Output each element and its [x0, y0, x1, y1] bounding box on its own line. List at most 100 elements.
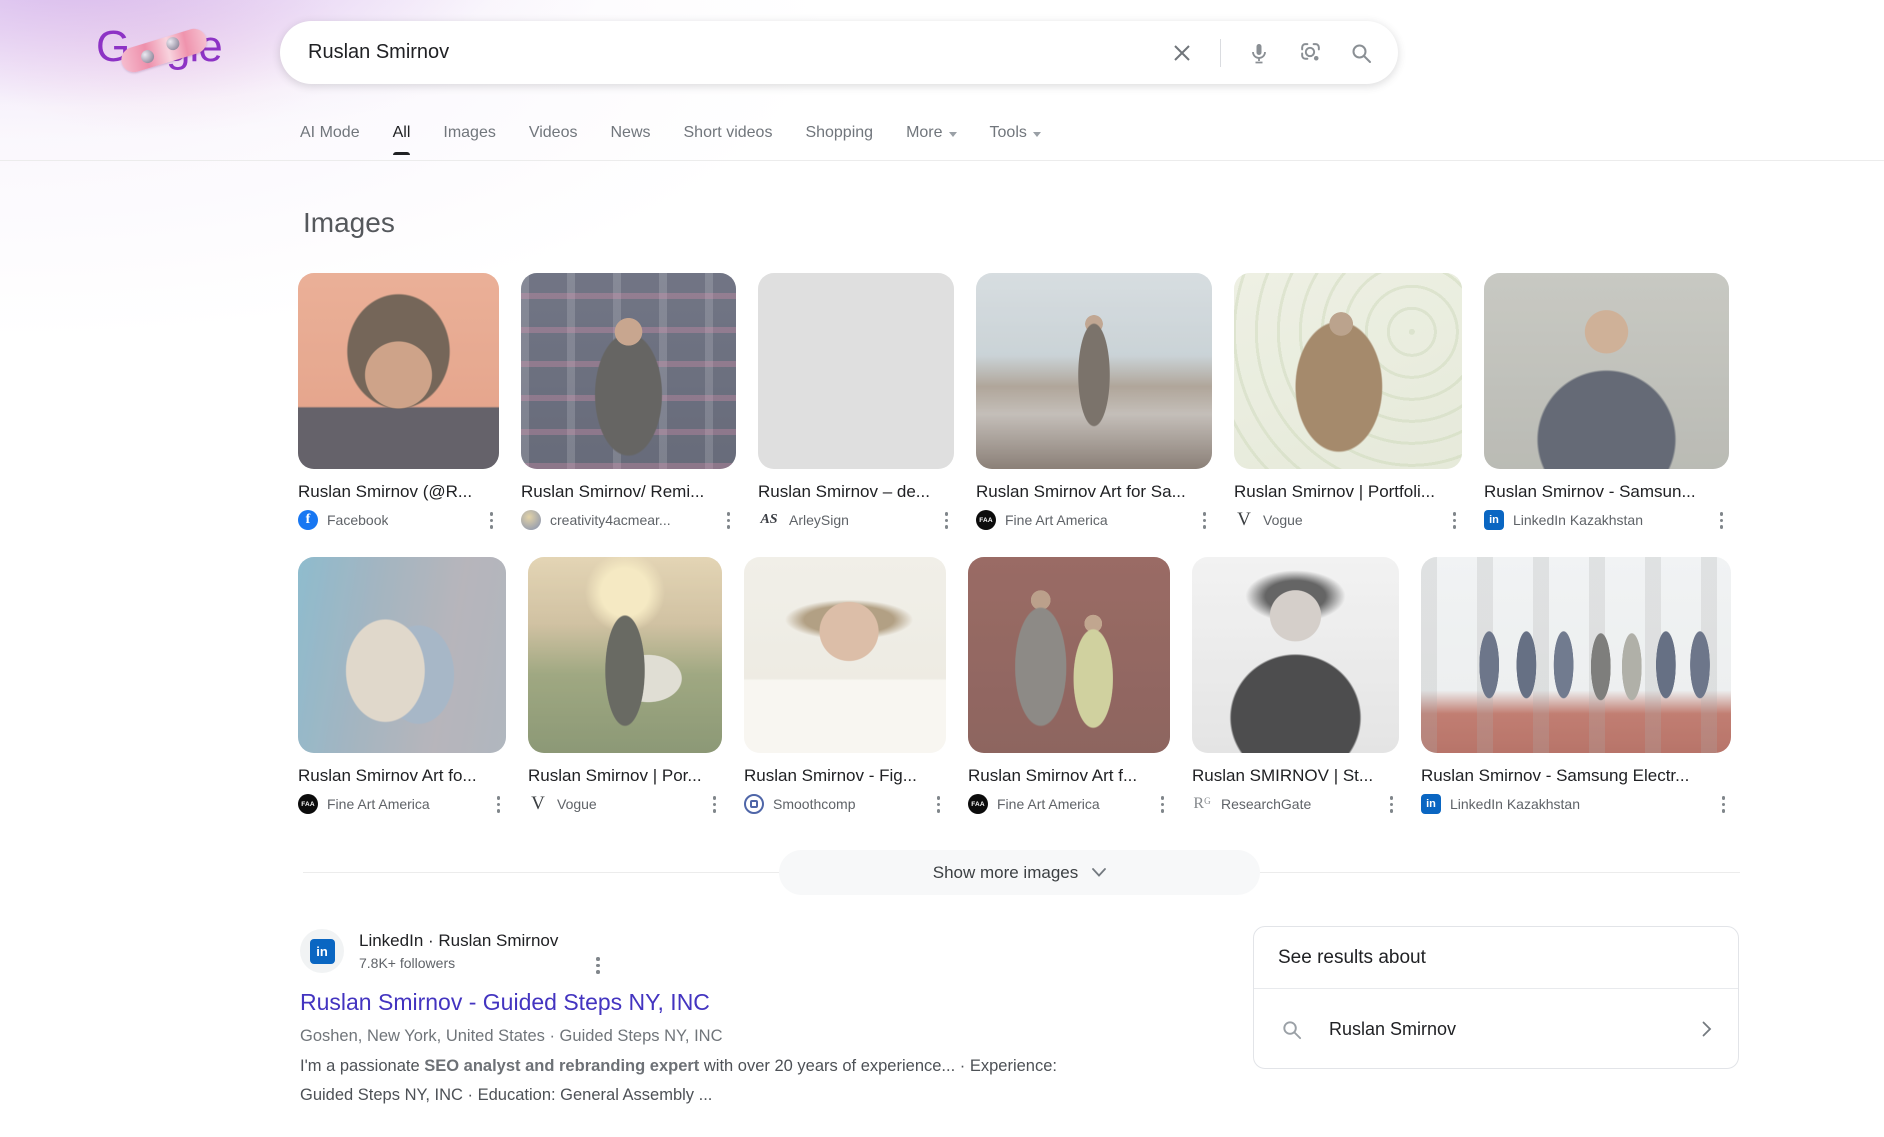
tab-tools-label: Tools: [990, 124, 1027, 142]
result-title-link[interactable]: Ruslan Smirnov - Guided Steps NY, INC: [300, 989, 1140, 1016]
smoothcomp-icon: [744, 794, 764, 814]
result-source[interactable]: Fine Art America: [1005, 512, 1108, 528]
result-header[interactable]: in LinkedIn · Ruslan Smirnov 7.8K+ follo…: [300, 929, 1140, 973]
result-source[interactable]: Fine Art America: [327, 796, 430, 812]
kebab-menu-icon[interactable]: [931, 794, 947, 815]
kebab-menu-icon[interactable]: [491, 794, 507, 815]
tab-shopping[interactable]: Shopping: [805, 124, 873, 157]
result-source[interactable]: creativity4acmear...: [550, 512, 671, 528]
result-source[interactable]: Vogue: [1263, 512, 1303, 528]
tab-all[interactable]: All: [393, 124, 411, 157]
kebab-menu-icon[interactable]: [484, 510, 500, 531]
search-icon[interactable]: [1348, 40, 1374, 66]
result-photo[interactable]: [528, 557, 722, 753]
search-divider: [1220, 39, 1221, 67]
google-lens-icon[interactable]: [1297, 40, 1323, 66]
image-result[interactable]: Ruslan Smirnov Art fo... FAA Fine Art Am…: [298, 557, 506, 815]
tab-more[interactable]: More: [906, 124, 956, 157]
result-site-line[interactable]: LinkedIn · Ruslan Smirnov: [359, 931, 558, 951]
kebab-menu-icon[interactable]: [1447, 510, 1463, 531]
chevron-down-icon: [1092, 868, 1106, 877]
result-photo[interactable]: [1421, 557, 1731, 753]
result-source[interactable]: LinkedIn Kazakhstan: [1513, 512, 1643, 528]
see-results-entry[interactable]: Ruslan Smirnov: [1254, 989, 1738, 1069]
image-result[interactable]: Ruslan Smirnov - Samsun... in LinkedIn K…: [1484, 273, 1729, 531]
result-source-row: f Facebook: [298, 510, 499, 531]
image-result[interactable]: Ruslan Smirnov | Portfoli... V Vogue: [1234, 273, 1462, 531]
result-source-row: in LinkedIn Kazakhstan: [1484, 510, 1729, 531]
microphone-icon[interactable]: [1246, 40, 1272, 66]
tab-images[interactable]: Images: [443, 124, 495, 157]
kebab-menu-icon[interactable]: [939, 510, 955, 531]
organic-result-linkedin: in LinkedIn · Ruslan Smirnov 7.8K+ follo…: [300, 929, 1140, 1110]
result-title[interactable]: Ruslan Smirnov - Samsun...: [1484, 482, 1729, 502]
result-meta: Goshen, New York, United States · Guided…: [300, 1027, 1140, 1046]
kebab-menu-icon[interactable]: [1197, 510, 1213, 531]
kebab-menu-icon[interactable]: [721, 510, 737, 531]
result-title[interactable]: Ruslan Smirnov | Por...: [528, 766, 722, 786]
image-result[interactable]: Ruslan Smirnov | Por... V Vogue: [528, 557, 722, 815]
result-source[interactable]: Facebook: [327, 512, 388, 528]
image-result[interactable]: Ruslan Smirnov (@R... f Facebook: [298, 273, 499, 531]
result-source-row: V Vogue: [1234, 510, 1462, 531]
tab-news[interactable]: News: [610, 124, 650, 157]
kebab-menu-icon[interactable]: [1155, 794, 1171, 815]
close-icon[interactable]: [1169, 40, 1195, 66]
result-photo[interactable]: [1192, 557, 1399, 753]
result-title[interactable]: Ruslan SMIRNOV | St...: [1192, 766, 1399, 786]
tab-short-videos[interactable]: Short videos: [684, 124, 773, 157]
result-title[interactable]: Ruslan Smirnov Art for Sa...: [976, 482, 1212, 502]
result-source-row: FAA Fine Art America: [298, 794, 506, 815]
kebab-menu-icon[interactable]: [590, 955, 606, 976]
tab-tools[interactable]: Tools: [990, 124, 1041, 157]
kebab-menu-icon[interactable]: [1384, 794, 1400, 815]
tab-videos[interactable]: Videos: [529, 124, 578, 157]
result-title[interactable]: Ruslan Smirnov/ Remi...: [521, 482, 736, 502]
vogue-icon: V: [1234, 510, 1254, 530]
image-result[interactable]: Ruslan SMIRNOV | St... RG ResearchGate: [1192, 557, 1399, 815]
kebab-menu-icon[interactable]: [707, 794, 723, 815]
result-photo[interactable]: [758, 273, 954, 469]
result-photo[interactable]: [968, 557, 1170, 753]
kebab-menu-icon[interactable]: [1716, 794, 1732, 815]
image-result[interactable]: Ruslan Smirnov - Fig... Smoothcomp: [744, 557, 946, 815]
snippet-text: with over 20 years of experience... · Ex…: [699, 1057, 1057, 1075]
result-photo[interactable]: [976, 273, 1212, 469]
result-source[interactable]: ResearchGate: [1221, 796, 1311, 812]
search-icon: [1280, 1018, 1303, 1041]
result-source[interactable]: Vogue: [557, 796, 597, 812]
image-result[interactable]: Ruslan Smirnov Art for Sa... FAA Fine Ar…: [976, 273, 1212, 531]
search-query-text[interactable]: Ruslan Smirnov: [308, 41, 449, 64]
result-photo[interactable]: [744, 557, 946, 753]
linkedin-favicon: in: [300, 929, 344, 973]
creativity4acme-icon: [521, 510, 541, 530]
image-result[interactable]: Ruslan Smirnov/ Remi... creativity4acmea…: [521, 273, 736, 531]
result-photo[interactable]: [298, 273, 499, 469]
result-source[interactable]: ArleySign: [789, 512, 849, 528]
google-logo[interactable]: G gle: [96, 20, 246, 80]
tab-more-label: More: [906, 124, 942, 142]
image-result[interactable]: Ruslan Smirnov Art f... FAA Fine Art Ame…: [968, 557, 1170, 815]
result-source[interactable]: Fine Art America: [997, 796, 1100, 812]
result-title[interactable]: Ruslan Smirnov Art fo...: [298, 766, 506, 786]
result-title[interactable]: Ruslan Smirnov - Fig...: [744, 766, 946, 786]
image-result[interactable]: Ruslan Smirnov – de... AS ArleySign: [758, 273, 954, 531]
result-photo[interactable]: [521, 273, 736, 469]
kebab-menu-icon[interactable]: [1714, 510, 1730, 531]
image-result[interactable]: Ruslan Smirnov - Samsung Electr... in Li…: [1421, 557, 1731, 815]
result-title[interactable]: Ruslan Smirnov | Portfoli...: [1234, 482, 1462, 502]
show-more-images-button[interactable]: Show more images: [779, 850, 1260, 895]
result-title[interactable]: Ruslan Smirnov – de...: [758, 482, 954, 502]
tab-ai-mode[interactable]: AI Mode: [300, 124, 360, 157]
fine-art-america-icon: FAA: [298, 794, 318, 814]
researchgate-icon: RG: [1192, 794, 1212, 814]
result-source[interactable]: Smoothcomp: [773, 796, 855, 812]
search-bar[interactable]: Ruslan Smirnov: [280, 21, 1398, 84]
result-title[interactable]: Ruslan Smirnov Art f...: [968, 766, 1170, 786]
result-photo[interactable]: [298, 557, 506, 753]
result-photo[interactable]: [1484, 273, 1729, 469]
result-title[interactable]: Ruslan Smirnov - Samsung Electr...: [1421, 766, 1731, 786]
result-source[interactable]: LinkedIn Kazakhstan: [1450, 796, 1580, 812]
result-photo[interactable]: [1234, 273, 1462, 469]
result-title[interactable]: Ruslan Smirnov (@R...: [298, 482, 499, 502]
